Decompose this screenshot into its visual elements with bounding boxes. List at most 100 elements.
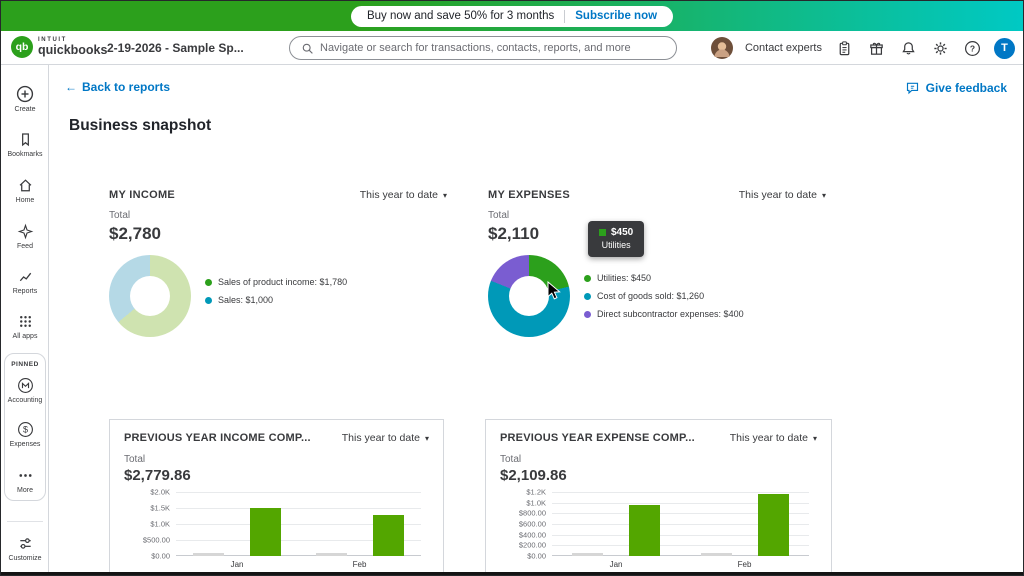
my-income-card: MY INCOME This year to date ▾ Total $2,7… <box>109 189 447 337</box>
sidebar-item-customize[interactable]: Customize <box>1 535 49 562</box>
bar-group-jan <box>572 505 661 556</box>
global-search[interactable] <box>289 36 677 60</box>
company-name[interactable]: 2-19-2026 - Sample Sp... <box>107 41 244 55</box>
main-content: ← Back to reports Give feedback Business… <box>49 65 1023 575</box>
promo-message: Buy now and save 50% for 3 months <box>366 10 555 22</box>
page-title: Business snapshot <box>69 117 212 134</box>
expense-comparison-bar-chart: $1.2K $1.0K $800.00 $600.00 $400.00 $200.00 $0… <box>500 488 817 569</box>
svg-text:$: $ <box>23 425 28 435</box>
sidebar-item-home[interactable]: Home <box>1 177 49 204</box>
sidebar-item-bookmarks[interactable]: Bookmarks <box>1 131 49 158</box>
quickbooks-logo[interactable]: qb INTUIT quickbooks <box>11 36 107 58</box>
legend-label: Sales of product income: $1,780 <box>218 277 348 287</box>
expenses-legend: Utilities: $450 Cost of goods sold: $1,26… <box>584 273 744 327</box>
accounting-icon <box>17 378 33 393</box>
bar-this-year-jan[interactable] <box>250 508 282 556</box>
home-icon <box>19 179 31 192</box>
bar-this-year-feb[interactable] <box>757 494 789 556</box>
bar-this-year-jan[interactable] <box>629 505 661 556</box>
period-label: This year to date <box>341 432 420 444</box>
x-axis-label: Jan <box>230 560 244 569</box>
settings-gear-icon[interactable] <box>930 38 950 58</box>
y-tick-label: $400.00 <box>518 530 546 540</box>
income-donut-chart[interactable] <box>109 255 191 337</box>
promo-pill: Buy now and save 50% for 3 months Subscr… <box>350 5 674 27</box>
legend-dot-icon <box>584 310 591 318</box>
y-tick-label: $1.0K <box>526 498 546 508</box>
expenses-donut-chart[interactable] <box>488 255 570 337</box>
grid-dots-icon <box>19 316 31 327</box>
legend-item: Direct subcontractor expenses: $400 <box>584 309 744 319</box>
income-comparison-card: PREVIOUS YEAR INCOME COMP... This year t… <box>109 419 444 575</box>
y-tick-label: $1.0K <box>150 519 170 529</box>
more-dots-icon <box>18 474 32 477</box>
x-axis-labels: Jan Feb <box>176 560 421 569</box>
sidebar-item-reports[interactable]: Reports <box>1 268 49 295</box>
y-tick-label: $200.00 <box>518 540 546 550</box>
y-tick-label: $0.00 <box>527 551 546 561</box>
dollar-circle-icon: $ <box>17 422 33 437</box>
sidebar-divider <box>7 521 43 522</box>
chart-tooltip: $450 Utilities <box>588 221 645 257</box>
period-label: This year to date <box>729 432 808 444</box>
sidebar-item-more[interactable]: More <box>1 467 49 494</box>
quickbooks-window: Buy now and save 50% for 3 months Subscr… <box>0 0 1024 576</box>
tooltip-marker-icon <box>599 229 606 236</box>
expense-comparison-period-dropdown[interactable]: This year to date ▾ <box>730 432 817 444</box>
promo-banner: Buy now and save 50% for 3 months Subscr… <box>1 1 1023 31</box>
sidebar-item-accounting[interactable]: Accounting <box>1 377 49 404</box>
bar-group-jan <box>193 508 282 556</box>
back-link-label: Back to reports <box>82 80 171 94</box>
y-tick-label: $1.2K <box>526 487 546 497</box>
bar-group-feb <box>315 515 404 556</box>
sliders-icon <box>19 538 31 549</box>
sidebar-item-create[interactable]: Create <box>1 85 49 113</box>
profile-avatar[interactable]: T <box>994 37 1015 59</box>
sidebar-item-feed[interactable]: Feed <box>1 223 49 250</box>
income-comparison-title: PREVIOUS YEAR INCOME COMP... <box>124 432 311 444</box>
bar-previous-year-jan[interactable] <box>572 553 604 556</box>
legend-label: Direct subcontractor expenses: $400 <box>597 309 744 319</box>
back-to-reports-link[interactable]: ← Back to reports <box>65 80 170 94</box>
expenses-period-dropdown[interactable]: This year to date ▾ <box>739 189 826 201</box>
notes-icon[interactable] <box>834 38 854 58</box>
y-tick-label: $0.00 <box>151 551 170 561</box>
bar-this-year-feb[interactable] <box>372 515 404 556</box>
donut-hole <box>130 276 170 316</box>
x-axis-label: Feb <box>352 560 367 569</box>
notifications-icon[interactable] <box>898 38 918 58</box>
income-card-title: MY INCOME <box>109 189 176 201</box>
subscribe-now-link[interactable]: Subscribe now <box>575 10 657 22</box>
svg-text:?: ? <box>969 43 974 53</box>
income-period-dropdown[interactable]: This year to date ▾ <box>360 189 447 201</box>
gridline <box>176 492 421 493</box>
whats-new-gift-icon[interactable] <box>866 38 886 58</box>
expense-comparison-card: PREVIOUS YEAR EXPENSE COMP... This year … <box>485 419 832 575</box>
give-feedback-link[interactable]: Give feedback <box>905 80 1007 95</box>
expense-comparison-total: $2,109.86 <box>500 467 567 484</box>
income-comparison-bar-chart: $2.0K $1.5K $1.0K $500.00 $0.00 Jan Feb <box>124 488 429 569</box>
sidebar-item-expenses[interactable]: $ Expenses <box>1 421 49 448</box>
income-total-label: Total <box>109 210 131 221</box>
sidebar-item-all-apps[interactable]: All apps <box>1 313 49 340</box>
x-axis-label: Jan <box>609 560 623 569</box>
tooltip-value: $450 <box>611 227 634 238</box>
expert-avatar[interactable] <box>710 37 733 59</box>
bar-previous-year-feb[interactable] <box>700 553 732 556</box>
window-bottom-edge <box>1 572 1023 575</box>
left-nav-sidebar: Create Bookmarks Home Feed Reports All a… <box>1 65 49 575</box>
feedback-bubble-icon <box>906 82 918 95</box>
bar-previous-year-jan[interactable] <box>193 553 225 556</box>
income-comparison-period-dropdown[interactable]: This year to date ▾ <box>342 432 429 444</box>
y-tick-label: $2.0K <box>150 487 170 497</box>
contact-experts-link[interactable]: Contact experts <box>745 42 822 54</box>
sidebar-label: Home <box>15 197 35 204</box>
search-input[interactable] <box>320 42 666 54</box>
x-axis-labels: Jan Feb <box>552 560 809 569</box>
help-icon[interactable]: ? <box>962 38 982 58</box>
expenses-total-value: $2,110 <box>488 224 540 243</box>
x-axis-label: Feb <box>737 560 752 569</box>
bar-previous-year-feb[interactable] <box>315 553 347 556</box>
plot-area <box>176 492 421 556</box>
sidebar-label: Customize <box>8 555 42 562</box>
